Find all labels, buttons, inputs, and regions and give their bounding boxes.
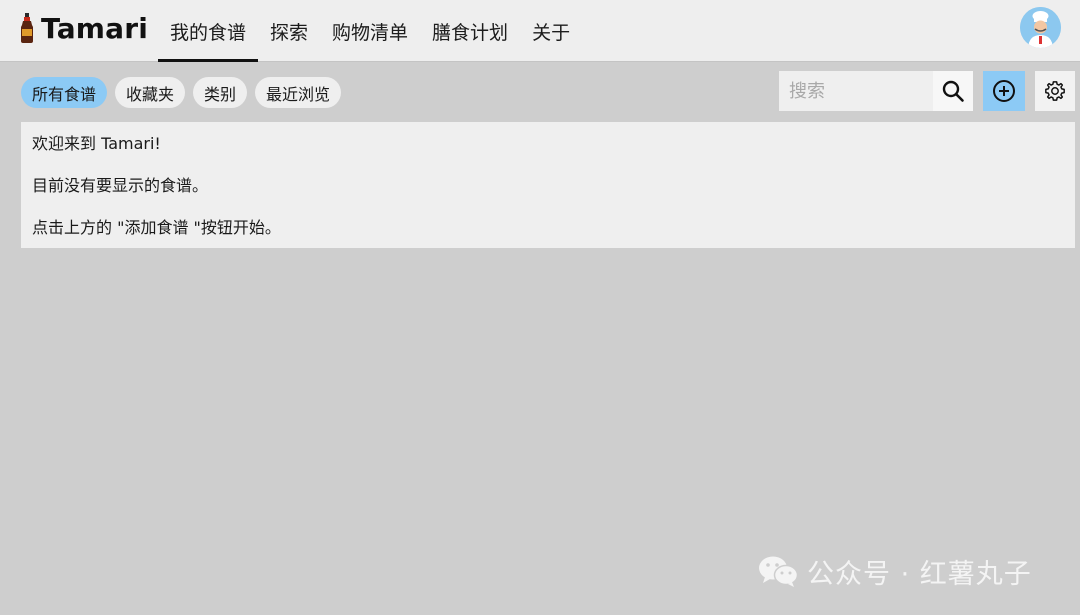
search-input[interactable] (779, 71, 933, 111)
watermark-text: 公众号 · 红薯丸子 (807, 558, 1032, 590)
plus-circle-icon (993, 80, 1015, 102)
nav-item-my-recipes[interactable]: 我的食谱 (158, 0, 259, 62)
nav-item-about[interactable]: 关于 (520, 0, 582, 62)
main-nav: 我的食谱 探索 购物清单 膳食计划 关于 (158, 0, 582, 62)
empty-message: 目前没有要显示的食谱。 (32, 176, 209, 195)
settings-button[interactable] (1035, 71, 1075, 111)
chip-favorites[interactable]: 收藏夹 (115, 77, 186, 108)
nav-item-shopping-list[interactable]: 购物清单 (320, 0, 420, 62)
chef-avatar-icon (1020, 7, 1061, 48)
user-avatar[interactable] (1020, 7, 1061, 48)
app-logo[interactable]: Tamari (19, 11, 148, 45)
recipe-toolbar: 所有食谱 收藏夹 类别 最近浏览 (0, 62, 1080, 120)
welcome-message: 欢迎来到 Tamari! (32, 134, 161, 153)
empty-state-panel: 欢迎来到 Tamari! 目前没有要显示的食谱。 点击上方的 "添加食谱 "按钮… (21, 122, 1075, 248)
nav-item-meal-plan[interactable]: 膳食计划 (420, 0, 520, 62)
wechat-icon (759, 556, 799, 587)
chip-all-recipes[interactable]: 所有食谱 (21, 77, 108, 108)
hint-message: 点击上方的 "添加食谱 "按钮开始。 (32, 218, 281, 237)
search-button[interactable] (933, 71, 973, 111)
top-bar: Tamari 我的食谱 探索 购物清单 膳食计划 关于 (0, 0, 1080, 62)
chip-categories[interactable]: 类别 (193, 77, 248, 108)
nav-item-label: 探索 (270, 21, 309, 44)
gear-icon (1045, 81, 1065, 101)
app-name: Tamari (41, 11, 149, 45)
search-box (779, 71, 973, 111)
nav-item-label: 膳食计划 (432, 21, 509, 44)
nav-item-label: 我的食谱 (170, 21, 247, 44)
nav-item-label: 购物清单 (332, 21, 409, 44)
nav-item-label: 关于 (532, 21, 571, 44)
soy-sauce-bottle-icon (21, 13, 33, 43)
search-icon (942, 80, 964, 102)
nav-item-explore[interactable]: 探索 (258, 0, 320, 62)
add-recipe-button[interactable] (983, 71, 1025, 111)
chip-recently-viewed[interactable]: 最近浏览 (255, 77, 342, 108)
watermark: 公众号 · 红薯丸子 (757, 553, 1032, 590)
filter-chips: 所有食谱 收藏夹 类别 最近浏览 (21, 77, 342, 108)
